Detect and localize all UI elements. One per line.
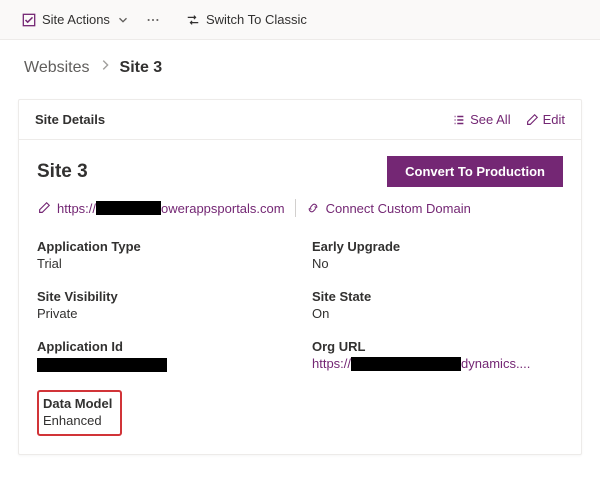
card-header: Site Details See All Edit	[19, 100, 581, 140]
site-actions-menu[interactable]: Site Actions	[16, 8, 136, 31]
field-application-type: Application Type Trial	[37, 239, 288, 271]
redacted-app-id	[37, 358, 167, 372]
pencil-icon	[37, 201, 51, 215]
card-body: Site 3 Convert To Production https:// ow…	[19, 140, 581, 454]
details-grid: Application Type Trial Early Upgrade No …	[37, 239, 563, 436]
switch-to-classic-label: Switch To Classic	[206, 12, 307, 27]
field-label: Site State	[312, 289, 563, 304]
more-horizontal-icon	[146, 13, 160, 27]
field-label: Early Upgrade	[312, 239, 563, 254]
checkbox-icon	[22, 13, 36, 27]
redacted-url-segment	[96, 201, 161, 215]
top-bar: Site Actions Switch To Classic	[0, 0, 600, 40]
pencil-icon	[525, 113, 539, 127]
url-suffix: owerappsportals.com	[161, 201, 285, 216]
edit-button[interactable]: Edit	[525, 112, 565, 127]
list-icon	[452, 113, 466, 127]
field-value: Enhanced	[43, 413, 112, 428]
chevron-right-icon	[98, 58, 112, 77]
field-site-state: Site State On	[312, 289, 563, 321]
connect-custom-domain-button[interactable]: Connect Custom Domain	[306, 201, 471, 216]
swap-icon	[186, 13, 200, 27]
url-prefix: https://	[57, 201, 96, 216]
field-value: No	[312, 256, 563, 271]
link-icon	[306, 201, 320, 215]
card-title: Site Details	[35, 112, 438, 127]
org-url-suffix: dynamics....	[461, 356, 530, 371]
convert-to-production-button[interactable]: Convert To Production	[387, 156, 563, 187]
field-label: Data Model	[43, 396, 112, 411]
field-org-url: Org URL https:// dynamics....	[312, 339, 563, 372]
breadcrumb: Websites Site 3	[0, 40, 600, 87]
redacted-org-url	[351, 357, 461, 371]
site-name: Site 3	[37, 161, 387, 183]
highlight-box: Data Model Enhanced	[37, 390, 122, 436]
field-value: On	[312, 306, 563, 321]
field-application-id: Application Id	[37, 339, 288, 372]
site-url[interactable]: https:// owerappsportals.com	[57, 201, 285, 216]
vertical-divider	[295, 199, 296, 217]
field-label: Site Visibility	[37, 289, 288, 304]
field-value: Private	[37, 306, 288, 321]
breadcrumb-root[interactable]: Websites	[24, 59, 90, 77]
org-url-prefix: https://	[312, 356, 351, 371]
field-value: Trial	[37, 256, 288, 271]
link-row: https:// owerappsportals.com Connect Cus…	[37, 199, 563, 217]
edit-label: Edit	[543, 112, 565, 127]
see-all-label: See All	[470, 112, 510, 127]
field-label: Org URL	[312, 339, 563, 354]
edit-url-button[interactable]: https:// owerappsportals.com	[37, 201, 285, 216]
more-actions-button[interactable]	[144, 9, 162, 31]
switch-to-classic-button[interactable]: Switch To Classic	[180, 8, 313, 31]
field-data-model: Data Model Enhanced	[37, 390, 288, 436]
field-label: Application Type	[37, 239, 288, 254]
breadcrumb-current: Site 3	[120, 59, 163, 77]
site-actions-label: Site Actions	[42, 12, 110, 27]
field-early-upgrade: Early Upgrade No	[312, 239, 563, 271]
connect-domain-label: Connect Custom Domain	[326, 201, 471, 216]
org-url-link[interactable]: https:// dynamics....	[312, 356, 530, 371]
field-site-visibility: Site Visibility Private	[37, 289, 288, 321]
chevron-down-icon	[116, 13, 130, 27]
see-all-button[interactable]: See All	[452, 112, 510, 127]
site-details-card: Site Details See All Edit Site 3 Convert…	[18, 99, 582, 455]
field-label: Application Id	[37, 339, 288, 354]
